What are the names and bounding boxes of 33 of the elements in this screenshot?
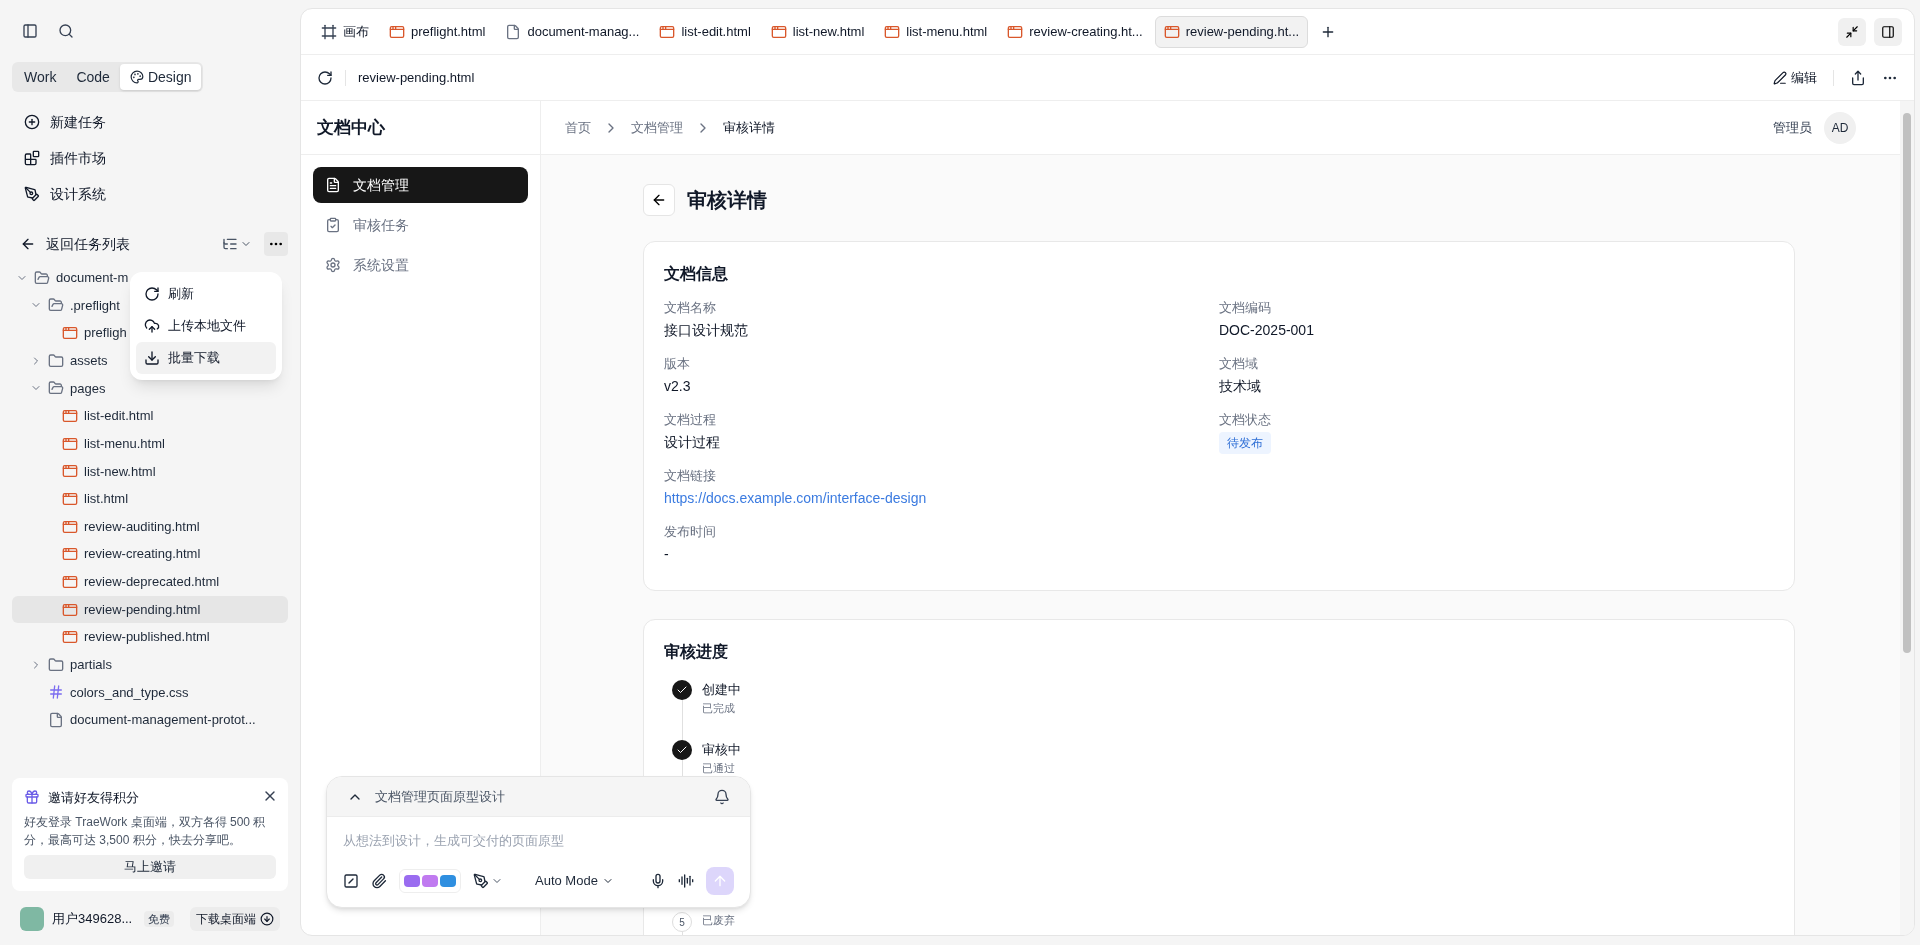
field-label: 文档编码	[1219, 299, 1272, 317]
field-value: 技术域	[1219, 376, 1262, 396]
step-title: 审核中	[702, 741, 741, 759]
field-value: DOC-2025-001	[1219, 320, 1315, 340]
app-brand: 文档中心	[317, 116, 385, 139]
invite-text: 好友登录 TraeWork 桌面端，双方各得 500 积分，最高可达 3,500 积分，快去分享吧。	[24, 814, 267, 849]
chat-title: 文档管理页面原型设计	[375, 787, 505, 806]
field-value: -	[664, 544, 670, 564]
step-title: 创建中	[702, 681, 741, 699]
field-label: 发布时间	[664, 523, 717, 541]
invite-title: 邀请好友得积分	[48, 788, 139, 807]
breadcrumb-item: 审核详情	[723, 118, 775, 137]
step-status: 已废弃	[702, 913, 735, 928]
card-title: 审核进度	[664, 642, 729, 662]
field-label: 文档域	[1219, 355, 1259, 373]
field-label: 版本	[664, 355, 691, 373]
field-label: 文档过程	[664, 411, 717, 429]
step-number: 5	[672, 912, 692, 932]
field-value: 接口设计规范	[664, 320, 749, 340]
address-text: review-pending.html	[358, 68, 475, 87]
page-title: 审核详情	[687, 188, 767, 213]
user-role: 管理员	[1773, 118, 1812, 137]
field-label: 文档链接	[664, 467, 717, 485]
field-value: 设计过程	[664, 432, 721, 452]
user-name: 用户349628...	[52, 910, 133, 929]
plan-label: 免费	[144, 910, 175, 928]
step-status: 已通过	[702, 760, 736, 776]
field-value: v2.3	[664, 376, 692, 396]
field-label: 文档名称	[664, 299, 717, 317]
step-status: 已完成	[702, 700, 736, 716]
card-title: 文档信息	[664, 264, 729, 284]
status-badge: 待发布	[1219, 431, 1271, 454]
field-label: 文档状态	[1219, 411, 1272, 429]
